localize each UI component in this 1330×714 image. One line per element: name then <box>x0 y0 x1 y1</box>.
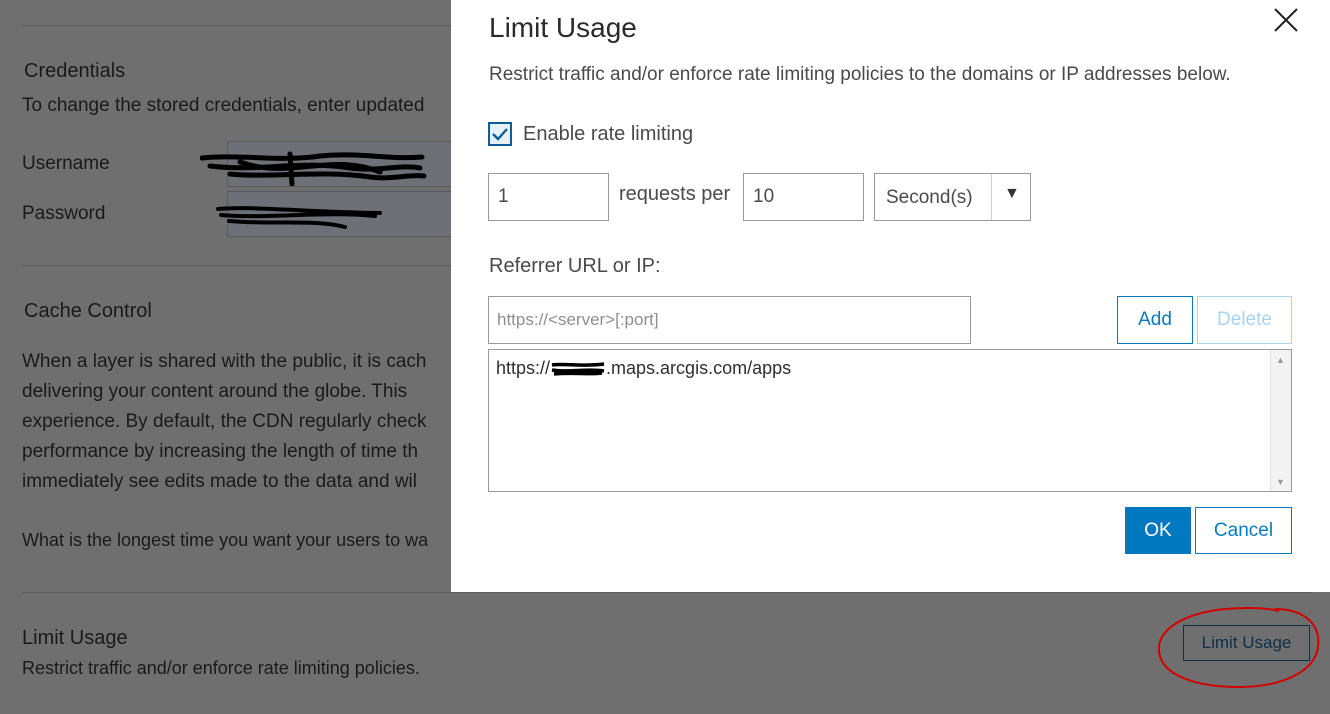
enable-rate-limiting-row[interactable]: Enable rate limiting <box>488 122 693 146</box>
scroll-down-icon[interactable]: ▼ <box>1276 477 1285 487</box>
cache-control-text-line: immediately see edits made to the data a… <box>22 471 417 492</box>
checkmark-icon <box>492 128 508 141</box>
cache-control-heading: Cache Control <box>24 300 152 322</box>
limit-usage-description: Restrict traffic and/or enforce rate lim… <box>22 658 420 678</box>
time-unit-value: Second(s) <box>886 187 973 208</box>
cache-question: What is the longest time you want your u… <box>22 530 429 550</box>
time-unit-select[interactable]: Second(s) ▼ <box>874 173 1031 221</box>
limit-usage-heading: Limit Usage <box>22 627 128 649</box>
enable-rate-limiting-checkbox[interactable] <box>488 122 512 146</box>
divider <box>22 25 452 26</box>
referrer-url-input[interactable] <box>488 296 971 344</box>
cache-control-text-line: experience. By default, the CDN regularl… <box>22 411 427 432</box>
username-label: Username <box>22 153 110 174</box>
cache-control-text-line: performance by increasing the length of … <box>22 441 419 462</box>
referrer-list[interactable]: https:// .maps.arcgis.com/apps ▲ ▼ <box>488 349 1292 492</box>
redaction-scribble <box>200 151 427 186</box>
dialog-description: Restrict traffic and/or enforce rate lim… <box>489 64 1231 85</box>
referrer-url-prefix: https:// <box>496 358 551 378</box>
add-button[interactable]: Add <box>1117 296 1193 344</box>
chevron-down-icon: ▼ <box>1004 185 1020 202</box>
limit-usage-dialog: Limit Usage Restrict traffic and/or enfo… <box>451 0 1330 592</box>
requests-per-label: requests per <box>619 183 731 205</box>
ok-button[interactable]: OK <box>1125 507 1191 554</box>
list-item[interactable]: https:// .maps.arcgis.com/apps <box>496 358 791 379</box>
referrer-label: Referrer URL or IP: <box>489 255 661 277</box>
divider <box>22 592 1312 593</box>
redaction-scribble <box>551 362 605 376</box>
close-icon <box>1274 8 1298 32</box>
referrer-url-suffix: .maps.arcgis.com/apps <box>606 358 792 378</box>
list-scrollbar[interactable]: ▲ ▼ <box>1270 350 1291 491</box>
requests-count-input[interactable]: 1 <box>488 173 609 221</box>
divider <box>22 265 452 266</box>
redaction-scribble <box>216 206 382 229</box>
enable-rate-limiting-label: Enable rate limiting <box>523 122 694 145</box>
scroll-up-icon[interactable]: ▲ <box>1276 355 1285 365</box>
select-separator <box>991 174 992 220</box>
dialog-title: Limit Usage <box>489 12 637 43</box>
credentials-description: To change the stored credentials, enter … <box>22 95 425 116</box>
cache-control-text-line: delivering your content around the globe… <box>22 381 408 402</box>
credentials-heading: Credentials <box>24 60 126 82</box>
delete-button[interactable]: Delete <box>1197 296 1292 344</box>
password-label: Password <box>22 203 106 224</box>
cache-control-text-line: When a layer is shared with the public, … <box>22 351 427 372</box>
close-button[interactable] <box>1273 7 1299 33</box>
interval-input[interactable]: 10 <box>743 173 864 221</box>
red-annotation-circle <box>1157 606 1320 689</box>
cancel-button[interactable]: Cancel <box>1195 507 1292 554</box>
